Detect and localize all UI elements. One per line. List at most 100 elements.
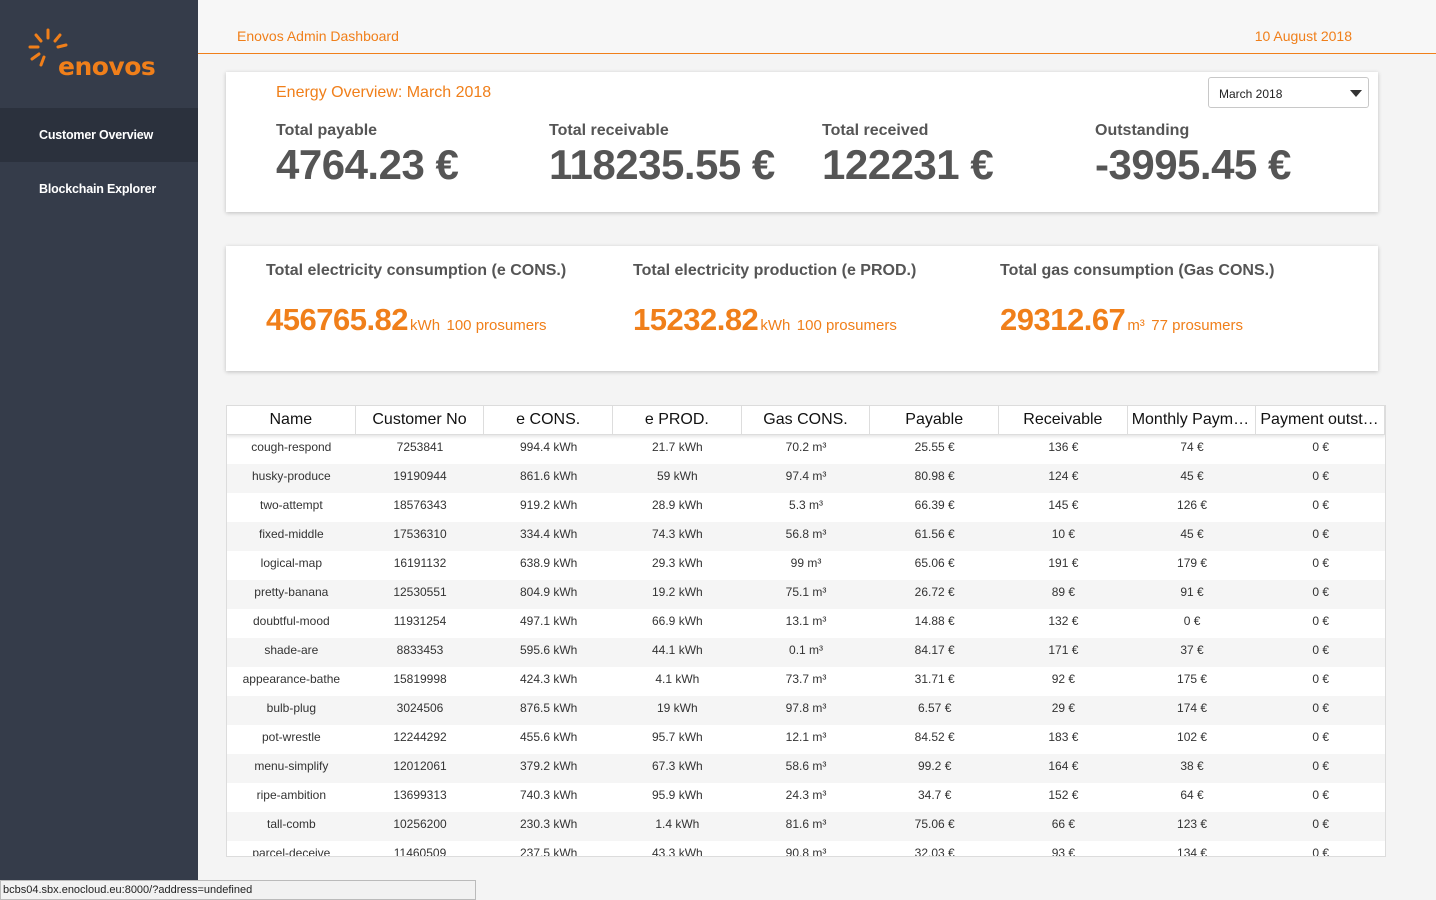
table-row[interactable]: logical-map 16191132 638.9 kWh 29.3 kWh 99 m…: [227, 551, 1385, 580]
table-cell: 237.5 kWh: [519, 846, 578, 857]
table-cell: 334.4 kWh: [519, 527, 578, 541]
table-cell: 84.52 €: [914, 730, 955, 744]
table-cell: 804.9 kWh: [519, 585, 578, 599]
table-cell: tall-comb: [266, 817, 316, 831]
consumption-unit: kWh: [760, 317, 791, 334]
table-row[interactable]: bulb-plug 3024506 876.5 kWh 19 kWh 97.8 m³ 6.…: [227, 696, 1385, 725]
month-select-value: March 2018: [1219, 87, 1283, 101]
table-cell: 132 €: [1048, 614, 1079, 628]
table-cell: ripe-ambition: [256, 788, 327, 802]
table-cell: two-attempt: [259, 498, 323, 512]
column-header[interactable]: Monthly Payment: [1128, 406, 1257, 434]
table-cell: 0 €: [1183, 614, 1201, 628]
stat-value: -3995.45 €: [1095, 141, 1291, 188]
table-cell: 12.1 m³: [785, 730, 827, 744]
table-cell: 11931254: [393, 614, 447, 628]
table-row[interactable]: doubtful-mood 11931254 497.1 kWh 66.9 kWh 13…: [227, 609, 1385, 638]
table-row[interactable]: two-attempt 18576343 919.2 kWh 28.9 kWh 5.3 …: [227, 493, 1385, 522]
table-cell: 28.9 kWh: [652, 498, 703, 512]
table-cell: 0 €: [1312, 788, 1330, 802]
table-cell: 70.2 m³: [785, 440, 827, 454]
table-cell: 59 kWh: [657, 469, 698, 483]
table-row[interactable]: pot-wrestle 12244292 455.6 kWh 95.7 kWh 12.1…: [227, 725, 1385, 754]
column-header[interactable]: e CONS.: [484, 406, 614, 434]
table-row[interactable]: ripe-ambition 13699313 740.3 kWh 95.9 kWh 24…: [227, 783, 1385, 812]
enovos-logo[interactable]: enovos: [0, 0, 198, 108]
table-cell: 0 €: [1312, 817, 1330, 831]
table-cell: 0.1 m³: [789, 643, 824, 657]
table-body: cough-respond 7253841 994.4 kWh 21.7 kWh 70.…: [227, 435, 1385, 857]
column-header[interactable]: e PROD.: [613, 406, 742, 434]
month-select[interactable]: March 2018: [1208, 77, 1369, 108]
stat-outstanding: Outstanding -3995.45 €: [1095, 122, 1291, 189]
table-row[interactable]: cough-respond 7253841 994.4 kWh 21.7 kWh 70.…: [227, 435, 1385, 464]
table-cell: 13.1 m³: [785, 614, 827, 628]
table-cell: 0 €: [1312, 527, 1330, 541]
table-row[interactable]: parcel-deceive 11460509 237.5 kWh 43.3 kWh 9…: [227, 841, 1385, 857]
table-cell: 0 €: [1312, 498, 1330, 512]
table-row[interactable]: fixed-middle 17536310 334.4 kWh 74.3 kWh 56.…: [227, 522, 1385, 551]
stat-total-received: Total received 122231 €: [822, 122, 994, 189]
table-cell: 44.1 kWh: [652, 643, 703, 657]
consumption-label: Total electricity production (e PROD.): [633, 262, 917, 279]
top-bar: Enovos Admin Dashboard 10 August 2018: [198, 0, 1436, 54]
customer-table[interactable]: Name Customer No e CONS. e PROD. Gas CONS. Pa…: [226, 405, 1386, 857]
column-header[interactable]: Gas CONS.: [742, 406, 871, 434]
table-row[interactable]: tall-comb 10256200 230.3 kWh 1.4 kWh 81.6 m³…: [227, 812, 1385, 841]
table-cell: 26.72 €: [914, 585, 955, 599]
table-cell: 74 €: [1180, 440, 1204, 454]
table-cell: 58.6 m³: [785, 759, 827, 773]
table-cell: 11460509: [393, 846, 447, 857]
table-cell: 123 €: [1177, 817, 1208, 831]
column-header[interactable]: Receivable: [999, 406, 1128, 434]
stat-total-receivable: Total receivable 118235.55 €: [549, 122, 775, 189]
table-cell: 32.03 €: [914, 846, 955, 857]
chevron-down-icon: [1350, 90, 1362, 97]
table-cell: 136 €: [1048, 440, 1079, 454]
table-row[interactable]: husky-produce 19190944 861.6 kWh 59 kWh 97.4…: [227, 464, 1385, 493]
electricity-production-stat: Total electricity production (e PROD.) 1…: [633, 262, 916, 338]
table-cell: 73.7 m³: [785, 672, 827, 686]
table-cell: 919.2 kWh: [519, 498, 578, 512]
table-cell: 8833453: [396, 643, 444, 657]
table-row[interactable]: pretty-banana 12530551 804.9 kWh 19.2 kWh 75…: [227, 580, 1385, 609]
table-header: Name Customer No e CONS. e PROD. Gas CONS. Pa…: [227, 406, 1385, 435]
table-cell: cough-respond: [251, 440, 332, 454]
table-row[interactable]: appearance-bathe 15819998 424.3 kWh 4.1 kWh…: [227, 667, 1385, 696]
table-cell: shade-are: [264, 643, 319, 657]
table-cell: 45 €: [1180, 527, 1204, 541]
stat-label: Total payable: [276, 122, 378, 139]
stat-value: 122231 €: [822, 141, 994, 188]
table-cell: 0 €: [1312, 846, 1330, 857]
table-cell: 152 €: [1048, 788, 1079, 802]
consumption-value: 29312.67: [1000, 302, 1126, 337]
table-cell: 37 €: [1180, 643, 1204, 657]
sidebar: enovos Customer Overview Blockchain Expl…: [0, 0, 198, 900]
table-row[interactable]: menu-simplify 12012061 379.2 kWh 67.3 kWh 58…: [227, 754, 1385, 783]
table-cell: 230.3 kWh: [519, 817, 578, 831]
sidebar-item-customer-overview[interactable]: Customer Overview: [0, 108, 198, 162]
table-cell: 3024506: [396, 701, 444, 715]
column-header[interactable]: Payment outstanding: [1256, 406, 1385, 434]
table-cell: 92 €: [1051, 672, 1076, 686]
table-cell: 861.6 kWh: [519, 469, 578, 483]
table-cell: 74.3 kWh: [652, 527, 703, 541]
column-header[interactable]: Customer No: [356, 406, 485, 434]
table-cell: husky-produce: [251, 469, 331, 483]
table-cell: 95.7 kWh: [652, 730, 703, 744]
table-row[interactable]: shade-are 8833453 595.6 kWh 44.1 kWh 0.1 m³ 8…: [227, 638, 1385, 667]
page-title: Enovos Admin Dashboard: [237, 28, 399, 44]
column-header[interactable]: Payable: [870, 406, 1000, 434]
table-cell: 12244292: [393, 730, 447, 744]
table-cell: 29 €: [1051, 701, 1076, 715]
table-cell: 43.3 kWh: [652, 846, 703, 857]
table-cell: 84.17 €: [914, 643, 955, 657]
table-cell: 89 €: [1051, 585, 1076, 599]
stat-value: 118235.55 €: [549, 141, 775, 188]
table-cell: 97.8 m³: [785, 701, 827, 715]
table-cell: 16191132: [393, 556, 447, 570]
column-header[interactable]: Name: [227, 406, 356, 434]
table-cell: 5.3 m³: [789, 498, 824, 512]
table-cell: 13699313: [393, 788, 447, 802]
sidebar-item-blockchain-explorer[interactable]: Blockchain Explorer: [0, 162, 198, 216]
